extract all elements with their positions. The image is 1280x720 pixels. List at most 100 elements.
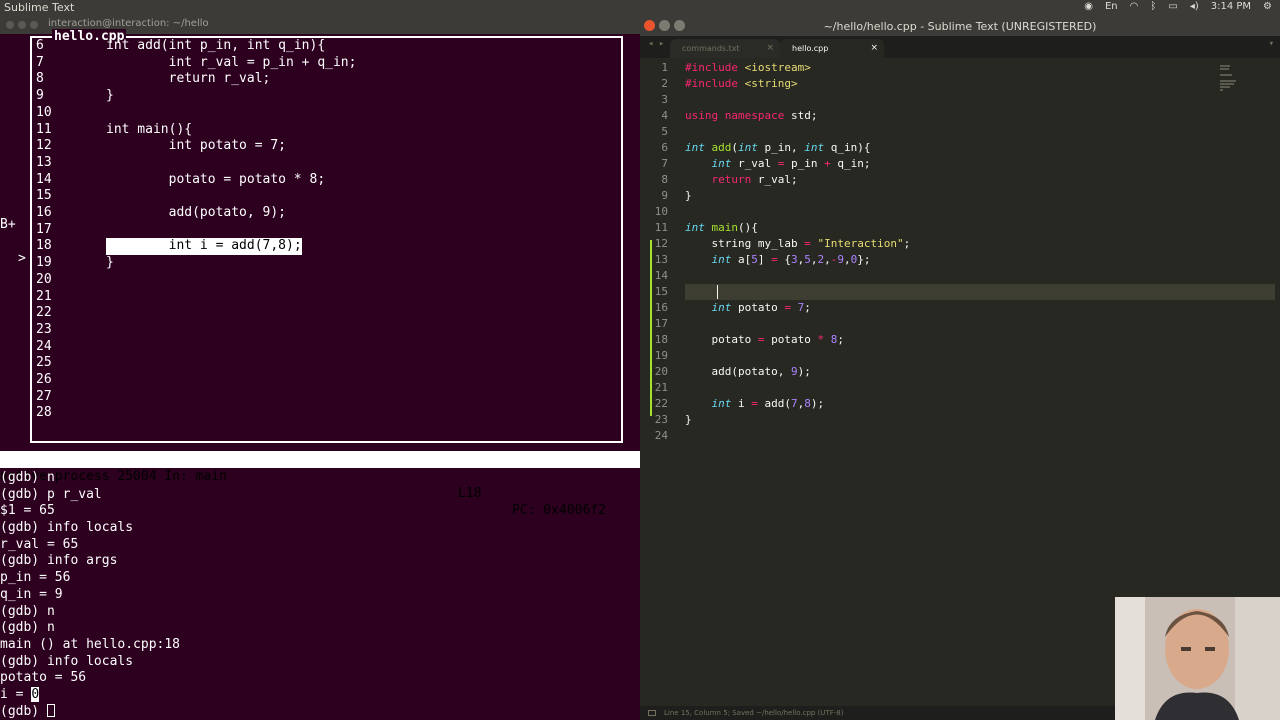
minimap[interactable] xyxy=(1220,64,1240,92)
close-icon[interactable] xyxy=(6,21,14,29)
code-line-22[interactable]: int i = add(7,8); xyxy=(685,396,825,412)
system-tray: ◉ En ◠ ᛒ ▭ ◂) 3:14 PM ⚙ xyxy=(1084,1,1272,12)
line-number: 8 xyxy=(36,71,44,87)
code-line-6[interactable]: int add(int p_in, int q_in){ xyxy=(685,140,870,156)
editor-line-number: 11 xyxy=(654,221,668,234)
gdb-output-line: (gdb) info locals xyxy=(0,520,134,536)
wifi-icon[interactable]: ◠ xyxy=(1130,1,1139,12)
line-number: 10 xyxy=(36,104,52,120)
clock[interactable]: 3:14 PM xyxy=(1211,1,1251,12)
battery-icon[interactable]: ▭ xyxy=(1168,1,1177,12)
line-number: 6 xyxy=(36,38,44,53)
editor-line-number: 13 xyxy=(654,253,668,266)
gdb-command-output[interactable]: (gdb) n (gdb) p r_val $1 = 65 (gdb) info lo… xyxy=(0,470,640,720)
code-line-12[interactable]: string my_lab = "Interaction"; xyxy=(685,236,910,252)
source-line: 15 xyxy=(32,188,621,205)
code-line-1[interactable]: #include <iostream> xyxy=(685,60,811,76)
tab-hello-cpp[interactable]: hello.cpp × xyxy=(780,39,884,58)
gdb-var-prefix: i = xyxy=(0,686,32,702)
source-line: 21 xyxy=(32,289,621,306)
volume-icon[interactable]: ◂) xyxy=(1190,1,1199,12)
source-line: 7 int r_val = p_in + q_in; xyxy=(32,55,621,72)
source-line: 8 return r_val; xyxy=(32,71,621,88)
gdb-prompt: (gdb) xyxy=(0,703,47,719)
gdb-output-line: (gdb) p r_val xyxy=(0,486,102,502)
code-line-18[interactable]: potato = potato * 8; xyxy=(685,332,843,348)
breakpoint-marker: B+ xyxy=(0,217,16,232)
gdb-output-line: main () at hello.cpp:18 xyxy=(0,636,181,652)
current-line-highlight xyxy=(685,284,1275,300)
gdb-output-line: q_in = 9 xyxy=(0,586,63,602)
source-line: 13 xyxy=(32,155,621,172)
line-number: 16 xyxy=(36,205,52,220)
source-line: 19} xyxy=(32,255,621,272)
line-text: int main(){ xyxy=(106,121,193,137)
settings-gear-icon[interactable]: ⚙ xyxy=(1263,1,1272,12)
sublime-title-bar[interactable]: ~/hello/hello.cpp - Sublime Text (UNREGI… xyxy=(640,16,1280,36)
maximize-icon[interactable] xyxy=(30,21,38,29)
chrome-icon[interactable]: ◉ xyxy=(1084,1,1093,12)
tab-dropdown-icon[interactable]: ▾ xyxy=(1269,39,1274,49)
editor-line-number: 18 xyxy=(654,333,668,346)
editor-line-number: 19 xyxy=(654,349,668,362)
line-number: 22 xyxy=(36,305,52,321)
line-number: 17 xyxy=(36,221,52,237)
editor-line-number: 7 xyxy=(661,157,668,170)
line-number: 24 xyxy=(36,338,52,354)
source-line: 12 int potato = 7; xyxy=(32,138,621,155)
editor-line-number: 12 xyxy=(654,237,668,250)
code-line-4[interactable]: using namespace std; xyxy=(685,108,817,124)
line-number: 14 xyxy=(36,171,52,187)
gdb-source-window: hello.cpp 6 int add(int p_in, int q_in){7… xyxy=(30,29,623,443)
code-line-13[interactable]: int a[5] = {3,5,2,-9,0}; xyxy=(685,252,871,268)
gdb-var-value: 0 xyxy=(31,686,40,702)
terminal-cursor xyxy=(46,703,55,717)
source-line: 16 add(potato, 9); xyxy=(32,205,621,222)
tab-close-icon[interactable]: × xyxy=(766,39,774,58)
code-line-16[interactable]: int potato = 7; xyxy=(685,300,811,316)
line-text: int add(int p_in, int q_in){ xyxy=(106,38,326,53)
gdb-output-line: (gdb) info args xyxy=(0,553,118,569)
tab-close-icon[interactable]: × xyxy=(870,39,878,58)
code-line-9[interactable]: } xyxy=(685,188,692,204)
source-line: 17 xyxy=(32,222,621,239)
code-line-8[interactable]: return r_val; xyxy=(685,172,798,188)
code-line-11[interactable]: int main(){ xyxy=(685,220,758,236)
keyboard-layout-indicator[interactable]: En xyxy=(1105,1,1118,12)
source-line: 20 xyxy=(32,272,621,289)
gdb-prompt-line[interactable]: (gdb) xyxy=(0,703,640,720)
editor-line-number: 3 xyxy=(661,93,668,106)
bluetooth-icon[interactable]: ᛒ xyxy=(1150,1,1156,12)
code-line-7[interactable]: int r_val = p_in + q_in; xyxy=(685,156,871,172)
line-text: int i = add(7,8); xyxy=(106,238,302,256)
tab-nav-arrows-icon[interactable]: ◂ ▸ xyxy=(648,39,664,49)
gdb-output-line: (gdb) n xyxy=(0,603,55,619)
gdb-output-line: r_val = 65 xyxy=(0,536,79,552)
code-editor[interactable]: 1 2 3 4 5 6 7 8 9 10 11 12 13 14 15 16 17 18 19 20 21 22 23 24 … xyxy=(640,60,1280,666)
tab-label: hello.cpp xyxy=(792,44,829,53)
code-line-20[interactable]: add(potato, 9); xyxy=(685,364,810,380)
editor-line-number: 2 xyxy=(661,77,668,90)
editor-line-number: 24 xyxy=(654,429,668,442)
tab-label: commands.txt xyxy=(682,44,740,53)
status-text: Line 15, Column 5; Saved ~/hello/hello.c… xyxy=(664,709,844,717)
system-top-bar: Sublime Text ◉ En ◠ ᛒ ▭ ◂) 3:14 PM ⚙ xyxy=(0,0,1280,16)
source-line: 9} xyxy=(32,88,621,105)
line-number: 19 xyxy=(36,255,52,271)
source-line: 6 int add(int p_in, int q_in){ xyxy=(32,38,621,55)
tab-commands-txt[interactable]: commands.txt × xyxy=(670,39,780,58)
gdb-output-line: (gdb) n xyxy=(0,470,55,485)
line-number: 18 xyxy=(36,238,52,254)
gdb-locals-i: i = 0 xyxy=(0,686,640,704)
source-line: 28 xyxy=(32,405,621,422)
code-line-2[interactable]: #include <string> xyxy=(685,76,798,92)
code-line-23[interactable]: } xyxy=(685,412,692,428)
editor-line-number: 14 xyxy=(654,269,668,282)
editor-line-number: 6 xyxy=(661,141,668,154)
line-text: int r_val = p_in + q_in; xyxy=(106,54,357,70)
terminal-window[interactable]: interaction@interaction: ~/hello hello.c… xyxy=(0,16,640,720)
source-line: 11 int main(){ xyxy=(32,122,621,139)
minimize-icon[interactable] xyxy=(18,21,26,29)
line-number: 27 xyxy=(36,388,52,404)
panel-toggle-icon[interactable] xyxy=(648,710,656,716)
